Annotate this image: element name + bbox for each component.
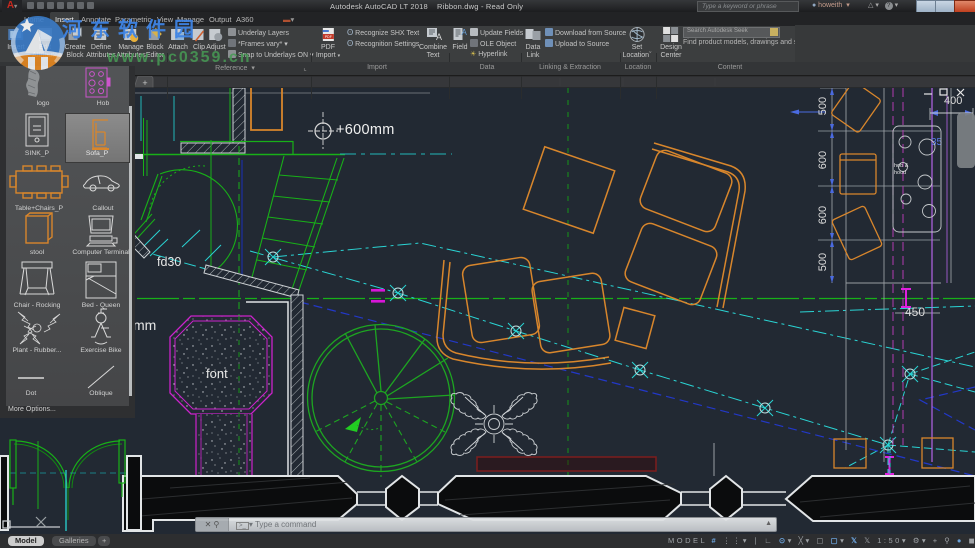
svg-text:A: A [435, 32, 441, 42]
svg-text:600: 600 [817, 206, 829, 224]
svg-text:500: 500 [817, 253, 829, 271]
svg-text:PDF: PDF [325, 35, 332, 39]
svg-text:mm: mm [133, 317, 156, 333]
svg-text:500: 500 [817, 97, 829, 115]
svg-text:400: 400 [944, 95, 962, 107]
svg-text:hood: hood [894, 170, 906, 176]
svg-text:600: 600 [817, 151, 829, 169]
svg-text:+600mm: +600mm [336, 122, 395, 138]
svg-text:hob &: hob & [894, 163, 909, 169]
svg-text:A: A [462, 28, 468, 37]
svg-text:+: + [142, 78, 147, 88]
svg-text:fd30: fd30 [157, 255, 181, 269]
svg-text:font: font [206, 366, 228, 381]
